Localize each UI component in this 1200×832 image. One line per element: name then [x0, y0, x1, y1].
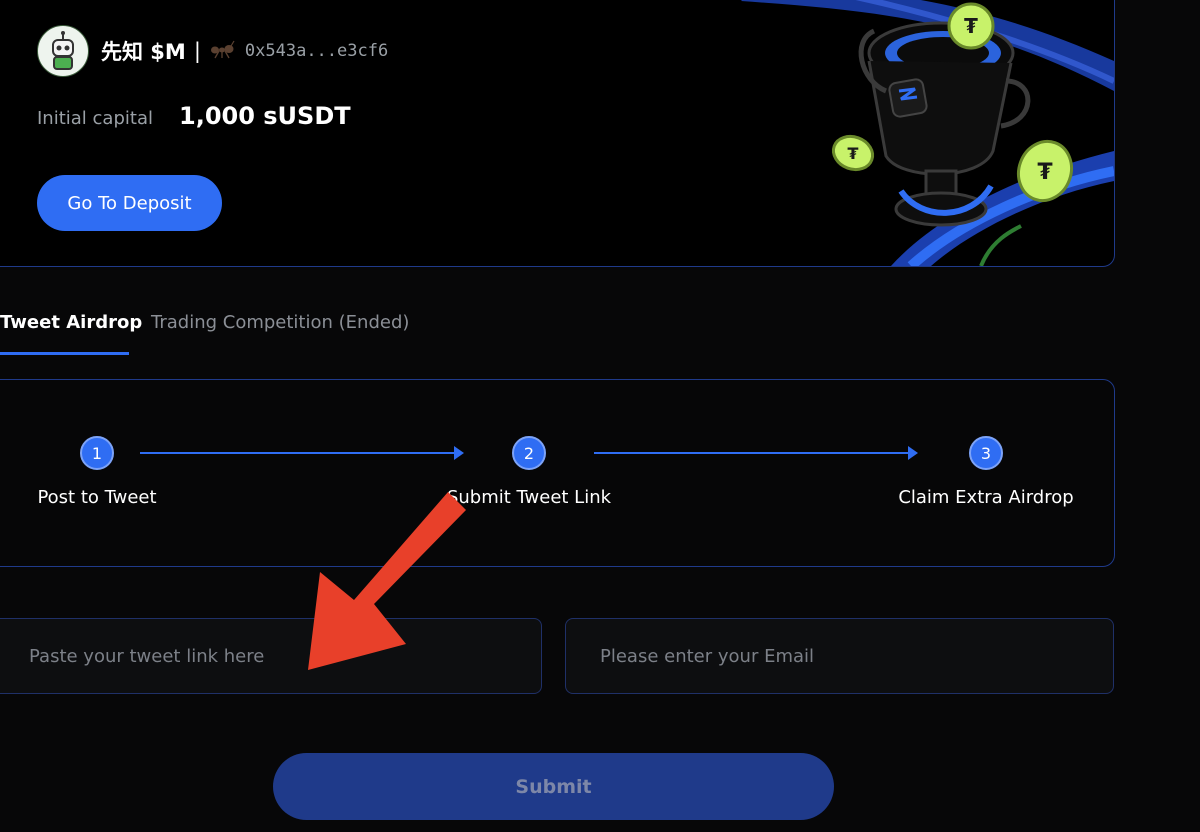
- svg-text:₮: ₮: [964, 14, 978, 38]
- step-arrow-2: [594, 446, 918, 460]
- capital-value: 1,000 sUSDT: [179, 102, 351, 130]
- svg-text:₮: ₮: [847, 144, 858, 163]
- wallet-address[interactable]: 0x543a...e3cf6: [245, 41, 388, 61]
- separator: |: [193, 39, 201, 63]
- account-card: ₮ ₮ ₮ 先知 $M | 0x543a...e3cf6 Initial cap…: [0, 0, 1115, 267]
- go-to-deposit-button[interactable]: Go To Deposit: [37, 175, 222, 231]
- profile-row: 先知 $M | 0x543a...e3cf6: [37, 25, 388, 77]
- tab-trading-competition[interactable]: Trading Competition (Ended): [151, 312, 409, 333]
- step-arrow-1: [140, 446, 464, 460]
- step-2-number: 2: [512, 436, 546, 470]
- tab-tweet-airdrop[interactable]: Tweet Airdrop: [0, 312, 142, 333]
- step-2-label: Submit Tweet Link: [446, 487, 612, 508]
- ant-icon: [209, 39, 235, 63]
- step-3-label: Claim Extra Airdrop: [898, 487, 1074, 508]
- capital-label: Initial capital: [37, 108, 153, 129]
- active-tab-indicator: [0, 352, 129, 355]
- username: 先知 $M: [101, 40, 186, 64]
- robot-avatar-icon: [37, 25, 89, 77]
- step-3-number: 3: [969, 436, 1003, 470]
- steps-card: 1 2 3 Post to Tweet Submit Tweet Link Cl…: [0, 379, 1115, 567]
- svg-text:₮: ₮: [1037, 160, 1053, 185]
- step-1-label: Post to Tweet: [37, 487, 157, 508]
- submit-button[interactable]: Submit: [273, 753, 834, 820]
- email-input[interactable]: [565, 618, 1114, 694]
- tweet-link-input[interactable]: [0, 618, 542, 694]
- step-1-number: 1: [80, 436, 114, 470]
